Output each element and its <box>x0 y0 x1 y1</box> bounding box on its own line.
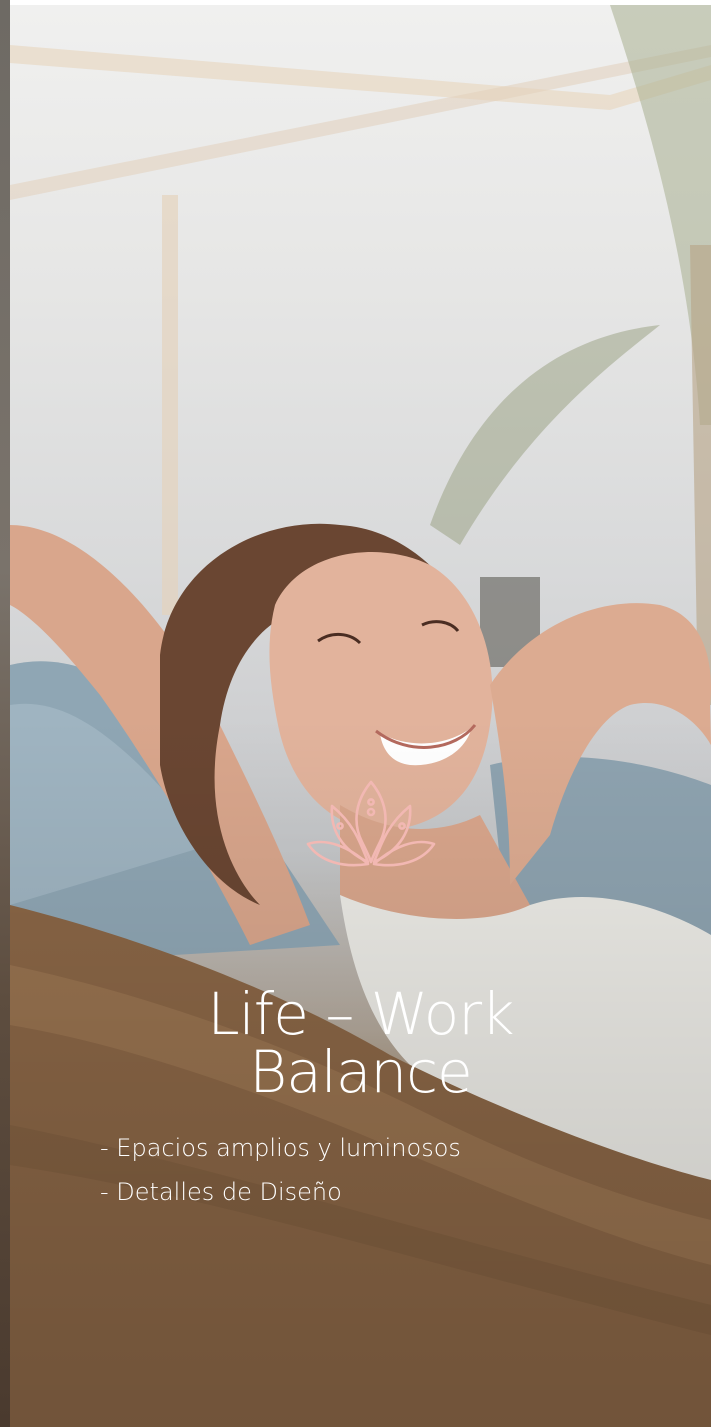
left-edge-strip <box>0 0 10 1427</box>
feature-item: - Epacios amplios y luminosos <box>100 1134 461 1162</box>
hero-section: Life – Work Balance - Epacios amplios y … <box>0 0 711 1427</box>
feature-item: - Detalles de Diseño <box>100 1178 342 1206</box>
feature-list: - Epacios amplios y luminosos - Detalles… <box>100 1126 461 1214</box>
headline-line-1: Life – Work <box>207 979 514 1048</box>
headline-line-2: Balance <box>249 1037 473 1106</box>
headline: Life – Work Balance <box>10 985 711 1101</box>
lotus-icon <box>306 780 436 867</box>
